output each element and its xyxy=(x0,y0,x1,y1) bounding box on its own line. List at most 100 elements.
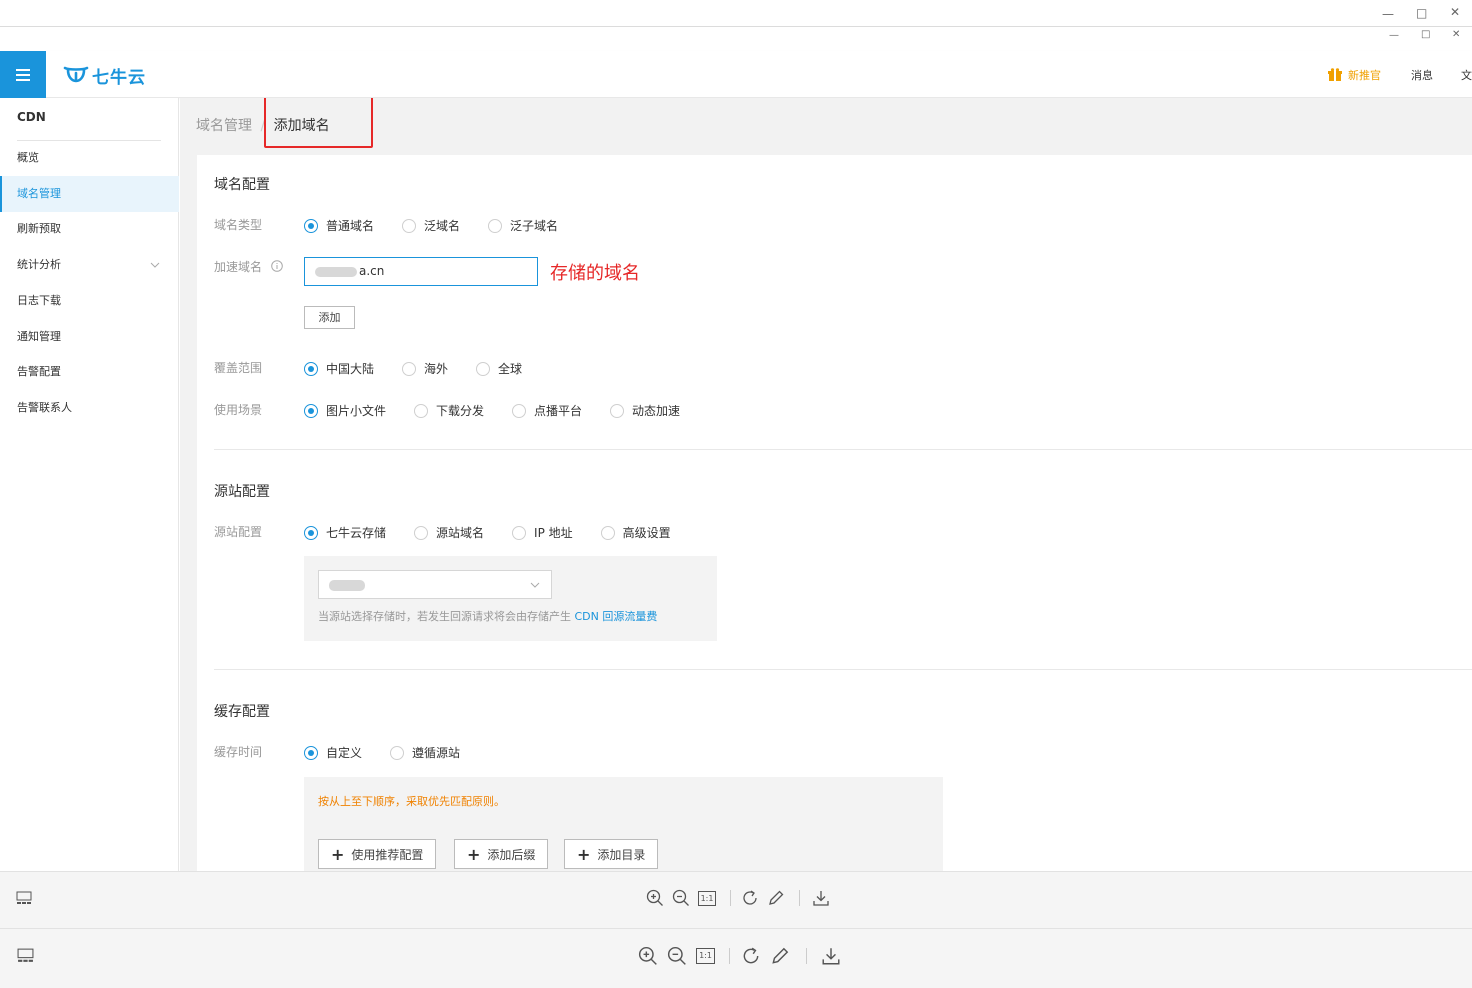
gift-icon xyxy=(1328,67,1342,81)
blurred-text xyxy=(315,266,357,277)
radio-label: 中国大陆 xyxy=(326,362,375,376)
annotation-highlight-box xyxy=(264,98,373,148)
coverage-label: 覆盖范围 xyxy=(214,361,263,375)
close-icon[interactable]: ✕ xyxy=(1452,30,1460,40)
sidebar-item-stats[interactable]: 统计分析 xyxy=(0,247,179,283)
radio-label: 图片小文件 xyxy=(326,404,387,418)
form-card: 域名配置 域名类型 普通域名 泛域名 泛子域名 加速域名 a.cn 存储的域名 … xyxy=(197,155,1472,871)
add-domain-button[interactable]: 添加 xyxy=(304,306,355,329)
viewer-toolbar: 1:1 xyxy=(0,871,1472,928)
actual-size-icon[interactable]: 1:1 xyxy=(698,890,716,906)
sidebar-item-logs[interactable]: 日志下载 xyxy=(0,283,179,319)
toolbar-divider xyxy=(799,890,800,906)
radio-small-images[interactable]: 图片小文件 xyxy=(304,402,386,419)
messages-link[interactable]: 消息 xyxy=(1411,51,1433,98)
thumbnail-icon[interactable] xyxy=(17,948,34,963)
edit-icon[interactable] xyxy=(767,889,785,907)
radio-label: 自定义 xyxy=(326,746,363,760)
radio-label: 高级设置 xyxy=(622,526,671,540)
thumbnail-icon[interactable] xyxy=(16,891,32,905)
radio-label: 遵循源站 xyxy=(412,746,461,760)
radio-overseas[interactable]: 海外 xyxy=(402,360,448,377)
radio-qiniu-storage[interactable]: 七牛云存储 xyxy=(304,524,386,541)
section-divider xyxy=(214,449,1472,450)
radio-follow-origin[interactable]: 遵循源站 xyxy=(390,744,460,761)
radio-origin-domain[interactable]: 源站域名 xyxy=(414,524,484,541)
origin-label: 源站配置 xyxy=(214,525,263,539)
sidebar-title: CDN xyxy=(17,110,46,124)
cache-rule-tip: 按从上至下顺序，采取优先匹配原则。 xyxy=(318,795,505,808)
actual-size-icon[interactable]: 1:1 xyxy=(696,948,715,964)
download-icon[interactable] xyxy=(821,946,841,966)
radio-mainland[interactable]: 中国大陆 xyxy=(304,360,374,377)
origin-fee-link[interactable]: CDN 回源流量费 xyxy=(575,610,658,623)
zoom-out-icon[interactable] xyxy=(672,889,690,907)
radio-wildcard-subdomain[interactable]: 泛子域名 xyxy=(488,217,558,234)
edit-icon[interactable] xyxy=(770,946,790,966)
promo-label: 新推官 xyxy=(1348,68,1381,82)
sidebar-item-alerts[interactable]: 告警配置 xyxy=(0,354,179,390)
viewer-toolbar-outer: 1:1 xyxy=(0,928,1472,988)
bucket-select[interactable] xyxy=(318,570,552,599)
domain-type-label: 域名类型 xyxy=(214,218,263,232)
download-icon[interactable] xyxy=(812,889,830,907)
radio-advanced[interactable]: 高级设置 xyxy=(600,524,671,541)
use-recommended-button[interactable]: + 使用推荐配置 xyxy=(318,839,437,869)
minimize-icon[interactable]: — xyxy=(1389,31,1399,41)
add-directory-button[interactable]: + 添加目录 xyxy=(564,839,659,869)
origin-tip: 当源站选择存储时，若发生回源请求将会由存储产生 CDN 回源流量费 xyxy=(318,608,657,624)
plus-icon: + xyxy=(577,844,591,864)
radio-label: 点播平台 xyxy=(534,404,583,418)
zoom-out-icon[interactable] xyxy=(667,946,687,966)
chevron-down-icon xyxy=(150,262,160,268)
section-title-domain: 域名配置 xyxy=(214,177,270,193)
radio-custom[interactable]: 自定义 xyxy=(304,744,362,761)
docs-link[interactable]: 文 xyxy=(1461,51,1472,98)
menu-button[interactable] xyxy=(0,51,46,98)
radio-vod[interactable]: 点播平台 xyxy=(512,402,582,419)
plus-icon: + xyxy=(467,844,481,864)
domain-type-group: 普通域名 泛域名 泛子域名 xyxy=(304,217,586,234)
toolbar-divider xyxy=(730,890,731,906)
rotate-icon[interactable] xyxy=(741,946,761,966)
sidebar-item-refresh[interactable]: 刷新预取 xyxy=(0,211,179,247)
logo[interactable]: 七牛云 xyxy=(63,63,146,88)
radio-ip-address[interactable]: IP 地址 xyxy=(512,524,573,541)
breadcrumb-parent[interactable]: 域名管理 xyxy=(196,118,252,134)
scenario-label: 使用场景 xyxy=(214,403,263,417)
radio-download[interactable]: 下载分发 xyxy=(414,402,484,419)
add-suffix-button[interactable]: + 添加后缀 xyxy=(454,839,549,869)
maximize-icon[interactable]: □ xyxy=(1416,7,1427,19)
radio-wildcard-domain[interactable]: 泛域名 xyxy=(402,217,460,234)
info-icon[interactable] xyxy=(271,260,283,272)
promo-link[interactable]: 新推官 xyxy=(1328,51,1381,98)
zoom-in-icon[interactable] xyxy=(638,946,658,966)
zoom-in-icon[interactable] xyxy=(646,889,664,907)
main-content: 域名管理 / 添加域名 域名配置 域名类型 普通域名 泛域名 泛子域名 加速域名… xyxy=(180,98,1472,871)
sidebar-item-overview[interactable]: 概览 xyxy=(0,140,179,176)
app-header: 七牛云 新推官 消息 文 xyxy=(0,51,1472,98)
accel-domain-value: a.cn xyxy=(359,264,385,278)
radio-global[interactable]: 全球 xyxy=(476,360,522,377)
close-icon[interactable]: ✕ xyxy=(1450,6,1460,18)
maximize-icon[interactable]: □ xyxy=(1421,30,1430,40)
origin-tip-text: 当源站选择存储时，若发生回源请求将会由存储产生 xyxy=(318,610,571,623)
radio-dynamic[interactable]: 动态加速 xyxy=(610,402,680,419)
accel-domain-input[interactable]: a.cn xyxy=(304,257,538,286)
sidebar-item-domains[interactable]: 域名管理 xyxy=(0,176,179,212)
hamburger-icon xyxy=(16,68,30,81)
qiniu-logo-icon xyxy=(63,66,89,83)
radio-normal-domain[interactable]: 普通域名 xyxy=(304,217,374,234)
inner-window-titlebar: — □ ✕ xyxy=(0,27,1472,51)
rotate-icon[interactable] xyxy=(741,889,759,907)
minimize-icon[interactable]: — xyxy=(1382,8,1394,20)
toolbar-divider xyxy=(729,948,730,964)
outer-window-titlebar: — □ ✕ xyxy=(0,0,1472,27)
radio-label: 动态加速 xyxy=(632,404,681,418)
sidebar-item-notify[interactable]: 通知管理 xyxy=(0,319,179,355)
coverage-group: 中国大陆 海外 全球 xyxy=(304,360,550,377)
sidebar-item-contacts[interactable]: 告警联系人 xyxy=(0,390,179,426)
radio-label: 下载分发 xyxy=(436,404,485,418)
radio-label: 普通域名 xyxy=(326,219,375,233)
button-label: 添加目录 xyxy=(597,847,646,862)
